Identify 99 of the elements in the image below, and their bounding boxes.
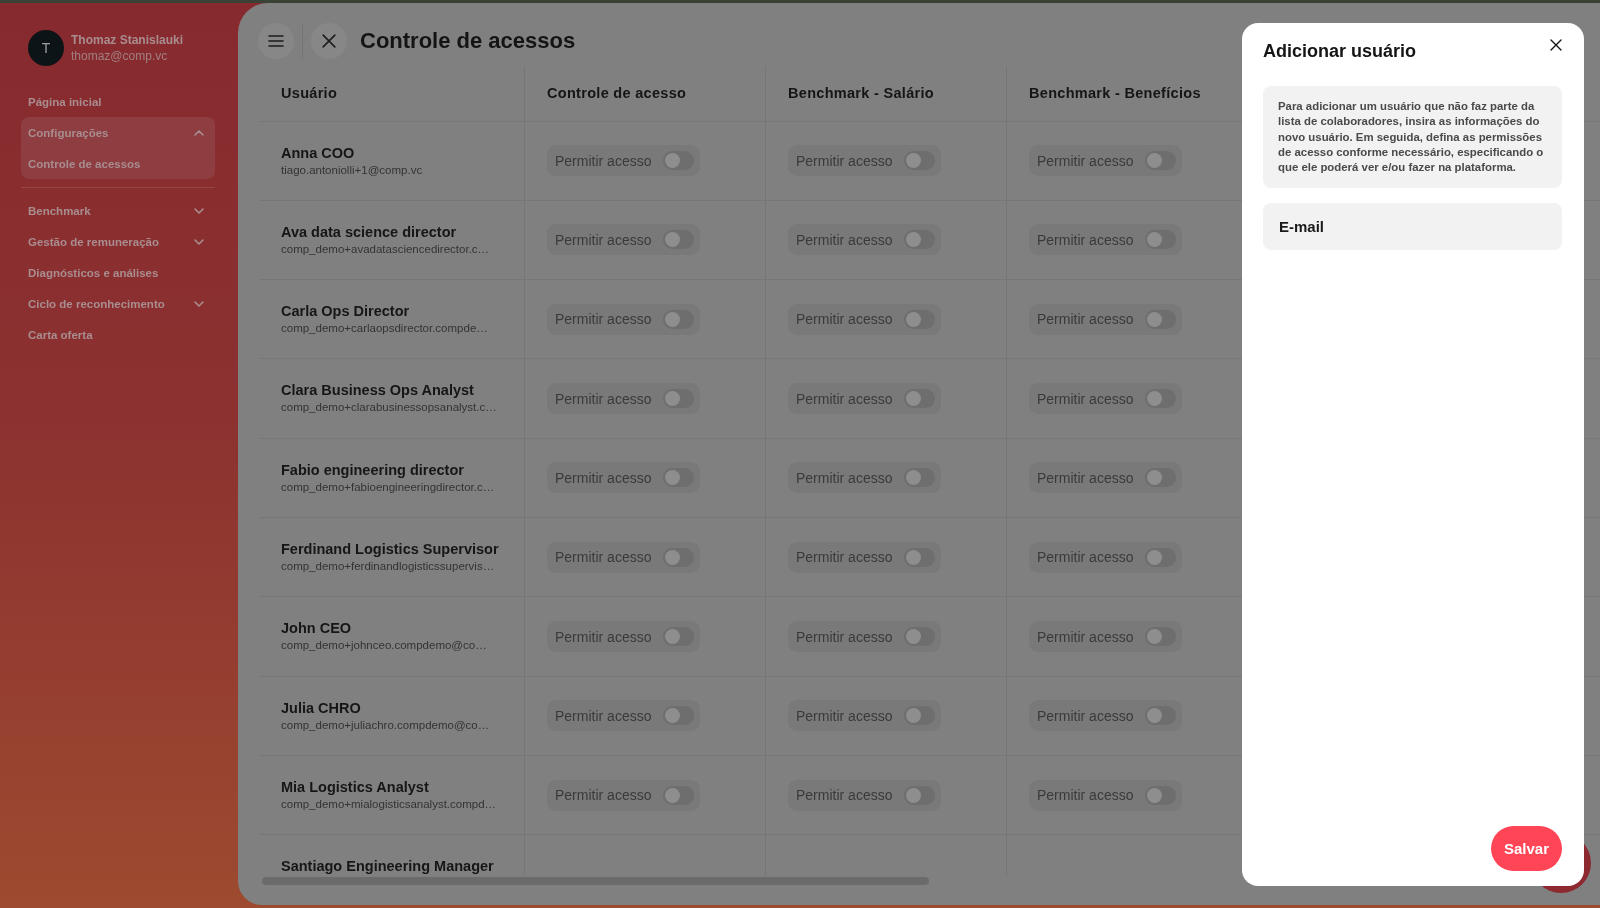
user-name-cell: Carla Ops Director <box>281 302 410 321</box>
toggle-label: Permitir acesso <box>796 628 893 645</box>
close-button[interactable] <box>311 23 347 59</box>
toggle-label: Permitir acesso <box>796 390 893 407</box>
toggle-label: Permitir acesso <box>555 232 652 248</box>
user-name-cell: Ava data science director <box>281 222 457 241</box>
toggle-label: Permitir acesso <box>1037 390 1134 407</box>
toggle-label: Permitir acesso <box>555 311 652 328</box>
user-name-cell: Anna COO <box>281 143 355 162</box>
user-name-cell: Mia Logistics Analyst <box>281 778 429 797</box>
toggle-label: Permitir acesso <box>1037 311 1134 328</box>
column-header: Usuário <box>281 85 338 102</box>
toggle-label: Permitir acesso <box>555 390 652 407</box>
nav-item[interactable]: Gestão de remuneração <box>21 226 215 257</box>
toggle-switch[interactable] <box>904 706 935 726</box>
user-name-cell: Clara Business Ops Analyst <box>281 381 474 400</box>
toggle-switch[interactable] <box>904 547 935 567</box>
toggle-switch[interactable] <box>663 230 694 250</box>
toggle-label: Permitir acesso <box>796 469 893 486</box>
nav-item[interactable]: Configurações <box>21 117 215 148</box>
toggle-switch[interactable] <box>904 389 935 409</box>
close-icon <box>1550 39 1562 51</box>
toggle-switch[interactable] <box>904 785 935 805</box>
toggle-switch[interactable] <box>1145 309 1176 329</box>
toggle-switch[interactable] <box>1145 627 1176 647</box>
column-header: Controle de acesso <box>547 85 687 102</box>
column-header: Benchmark - Salário <box>788 85 934 102</box>
toggle-label: Permitir acesso <box>1037 787 1134 804</box>
save-button[interactable]: Salvar <box>1490 826 1562 871</box>
user-email-cell: comp_demo+mialogisticsanalyst.compd… <box>281 797 497 813</box>
toggle-switch[interactable] <box>904 468 935 488</box>
user-email-cell: comp_demo+fabioengineeringdirector.c… <box>281 479 495 495</box>
toggle-label: Permitir acesso <box>1037 469 1134 486</box>
user-email-cell: comp_demo+avadatasciencedirector.c… <box>281 241 490 257</box>
user-name-cell: Julia CHRO <box>281 698 361 717</box>
email-field[interactable]: E-mail <box>1263 203 1562 251</box>
toggle-switch[interactable] <box>904 151 935 171</box>
toggle-label: Permitir acesso <box>555 628 652 645</box>
toggle-label: Permitir acesso <box>555 469 652 486</box>
toggle-label: Permitir acesso <box>796 707 893 724</box>
user-email-cell: tiago.antoniolli+1@comp.vc <box>281 162 423 178</box>
toggle-switch[interactable] <box>904 627 935 647</box>
menu-icon <box>268 35 284 47</box>
toggle-label: Permitir acesso <box>1037 549 1134 566</box>
user-name-cell: Fabio engineering director <box>281 460 464 479</box>
user-email-cell: comp_demo+ferdinandlogisticssupervis… <box>281 559 495 575</box>
dialog-close-button[interactable] <box>1548 37 1564 53</box>
toggle-switch[interactable] <box>663 389 694 409</box>
page-title: Controle de acessos <box>360 27 576 55</box>
toggle-label: Permitir acesso <box>555 707 652 724</box>
nav-item[interactable]: Ciclo de reconhecimento <box>21 288 215 319</box>
toggle-switch[interactable] <box>1145 230 1176 250</box>
toggle-switch[interactable] <box>904 309 935 329</box>
user-name-cell: Santiago Engineering Manager <box>281 857 494 876</box>
user-name-cell: Ferdinand Logistics Supervisor <box>281 540 499 559</box>
nav-subitem[interactable]: Controle de acessos <box>21 148 215 179</box>
nav-item[interactable]: Página inicial <box>21 86 215 117</box>
menu-button[interactable] <box>258 23 294 59</box>
toggle-label: Permitir acesso <box>1037 707 1134 724</box>
toggle-switch[interactable] <box>1145 785 1176 805</box>
toggle-label: Permitir acesso <box>796 549 893 566</box>
toggle-switch[interactable] <box>663 785 694 805</box>
toggle-label: Permitir acesso <box>555 152 652 169</box>
toggle-switch[interactable] <box>663 309 694 329</box>
user-name: Thomaz Stanislauki <box>71 33 184 47</box>
toggle-label: Permitir acesso <box>1037 152 1134 169</box>
user-email-cell: comp_demo+carlaopsdirector.compde… <box>281 321 488 337</box>
toggle-switch[interactable] <box>1145 389 1176 409</box>
user-email-cell: comp_demo+clarabusinessopsanalyst.c… <box>281 400 497 416</box>
toggle-switch[interactable] <box>1145 706 1176 726</box>
close-icon <box>322 34 336 48</box>
nav-item[interactable]: Benchmark <box>21 195 215 226</box>
user-email-cell: comp_demo+johnceo.compdemo@co… <box>281 638 487 654</box>
toggle-label: Permitir acesso <box>1037 628 1134 645</box>
info-text: Para adicionar um usuário que não faz parte da lista de colaboradores, insira as informações do novo usuário. Em seguida, defina as permissões de acesso conforme necessário, especificando o que ele poderá ver e/ou fazer na plataforma. <box>1263 86 1562 189</box>
toggle-switch[interactable] <box>1145 468 1176 488</box>
toggle-label: Permitir acesso <box>796 152 893 169</box>
toggle-switch[interactable] <box>663 706 694 726</box>
user-email-cell: comp_demo+juliachro.compdemo@co… <box>281 717 490 733</box>
user-avatar: T <box>28 30 64 66</box>
toggle-switch[interactable] <box>663 468 694 488</box>
toggle-switch[interactable] <box>1145 151 1176 171</box>
toggle-switch[interactable] <box>663 547 694 567</box>
toggle-label: Permitir acesso <box>555 549 652 566</box>
user-name-cell: John CEO <box>281 619 352 638</box>
toggle-switch[interactable] <box>663 627 694 647</box>
toggle-label: Permitir acesso <box>796 232 893 248</box>
toggle-label: Permitir acesso <box>555 787 652 804</box>
nav-item[interactable]: Carta oferta <box>21 319 215 350</box>
toggle-label: Permitir acesso <box>796 787 893 804</box>
toggle-switch[interactable] <box>663 151 694 171</box>
column-header: Benchmark - Benefícios <box>1029 85 1201 102</box>
nav-item[interactable]: Diagnósticos e análises <box>21 257 215 288</box>
user-email: thomaz@comp.vc <box>71 49 169 63</box>
toggle-switch[interactable] <box>904 230 935 250</box>
dialog-title: Adicionar usuário <box>1263 41 1417 61</box>
toggle-switch[interactable] <box>1145 547 1176 567</box>
toggle-label: Permitir acesso <box>796 311 893 328</box>
toggle-label: Permitir acesso <box>1037 232 1134 248</box>
